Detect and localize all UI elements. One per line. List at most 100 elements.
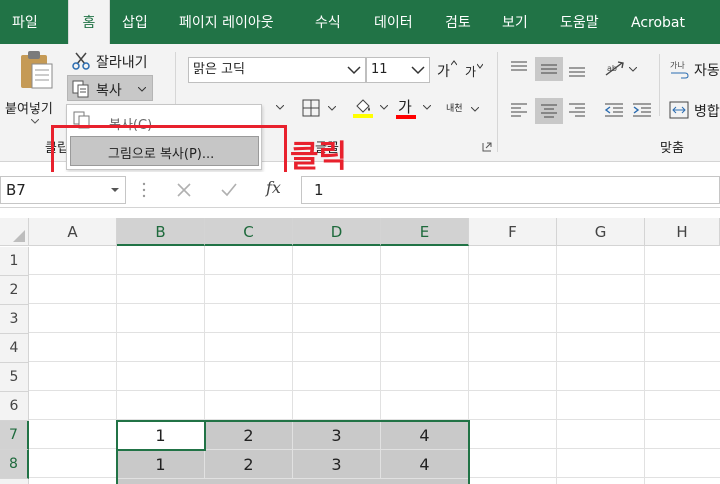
- font-size-combo[interactable]: 11: [366, 57, 430, 83]
- chevron-down-icon: [411, 66, 425, 75]
- ribbon-tab-bar: 파일 홈 삽입 페이지 레이아웃 수식 데이터 검토 보기 도움말 Acroba…: [0, 0, 720, 44]
- orientation-button[interactable]: ab: [604, 58, 638, 80]
- tab-view[interactable]: 보기: [502, 0, 528, 44]
- chevron-down-icon[interactable]: [138, 87, 146, 92]
- row-header-5[interactable]: 5: [0, 363, 29, 392]
- tab-formulas[interactable]: 수식: [315, 0, 341, 44]
- tab-acrobat[interactable]: Acrobat: [631, 0, 685, 44]
- selection-continuation: [117, 479, 469, 484]
- alignment-group-label: 맞춤: [660, 141, 684, 156]
- font-name-combo[interactable]: 맑은 고딕: [188, 57, 366, 83]
- fill-color-button[interactable]: [350, 96, 392, 122]
- row-header-6[interactable]: 6: [0, 392, 29, 421]
- cell-d8[interactable]: 3: [293, 450, 381, 479]
- copy-label: 복사: [96, 83, 122, 99]
- cut-button[interactable]: 잘라내기: [70, 50, 166, 72]
- font-name-value: 맑은 고딕: [193, 62, 245, 77]
- cut-label: 잘라내기: [96, 55, 148, 71]
- tab-review[interactable]: 검토: [445, 0, 471, 44]
- cell-d7[interactable]: 3: [293, 421, 381, 450]
- align-middle-button[interactable]: [535, 57, 563, 81]
- tab-home[interactable]: 홈: [68, 0, 110, 44]
- tab-insert[interactable]: 삽입: [122, 0, 148, 44]
- column-header-e[interactable]: E: [381, 218, 469, 246]
- cell-b7[interactable]: 1: [117, 421, 205, 450]
- align-bottom-icon[interactable]: [568, 62, 586, 78]
- chevron-down-icon: [380, 105, 388, 110]
- cell-e7[interactable]: 4: [381, 421, 469, 450]
- caret-up-icon: [451, 60, 457, 66]
- align-middle-icon: [541, 64, 557, 74]
- chevron-down-icon[interactable]: [276, 105, 284, 110]
- merge-cells-icon: [669, 101, 689, 119]
- row-header-4[interactable]: 4: [0, 334, 29, 363]
- font-color-button[interactable]: 가: [394, 96, 434, 122]
- excel-window: 파일 홈 삽입 페이지 레이아웃 수식 데이터 검토 보기 도움말 Acroba…: [0, 0, 720, 484]
- formula-value: 1: [314, 181, 324, 199]
- cell-b8[interactable]: 1: [117, 450, 205, 479]
- select-all-triangle-icon: [13, 230, 25, 242]
- text-orientation-icon: ab: [605, 61, 624, 76]
- chevron-down-icon: [471, 107, 479, 112]
- cell-c8[interactable]: 2: [205, 450, 293, 479]
- clipboard-icon: [21, 51, 53, 89]
- tab-file[interactable]: 파일: [12, 0, 38, 44]
- gridline: [644, 246, 645, 484]
- enter-icon[interactable]: [220, 182, 238, 198]
- borders-button[interactable]: [300, 98, 340, 120]
- wrap-text-button[interactable]: 가나 자동: [667, 58, 720, 80]
- font-color-swatch: [396, 115, 416, 119]
- cancel-icon[interactable]: [176, 182, 192, 198]
- align-left-icon[interactable]: [510, 102, 528, 118]
- paste-label: 붙여넣기: [5, 102, 53, 117]
- decrease-font-size-button[interactable]: 가: [464, 61, 486, 83]
- merge-center-button[interactable]: 병합: [667, 99, 720, 121]
- align-center-button[interactable]: [535, 98, 563, 124]
- dialog-launcher-icon[interactable]: [482, 142, 492, 152]
- column-header-h[interactable]: H: [645, 218, 720, 246]
- row-header-8[interactable]: 8: [0, 450, 29, 479]
- phonetic-guide-button[interactable]: 내천: [444, 98, 480, 122]
- increase-font-size-button[interactable]: 가: [436, 59, 458, 81]
- gridline: [556, 246, 557, 484]
- group-divider: [497, 52, 498, 152]
- grow-font-label: 가: [437, 64, 450, 80]
- align-right-icon[interactable]: [568, 102, 586, 118]
- cell-e8[interactable]: 4: [381, 450, 469, 479]
- tab-data[interactable]: 데이터: [374, 0, 413, 44]
- row-header-2[interactable]: 2: [0, 276, 29, 305]
- chevron-down-icon: [629, 67, 637, 72]
- group-divider: [659, 54, 660, 116]
- column-header-b[interactable]: B: [117, 218, 205, 246]
- decrease-indent-icon[interactable]: [604, 102, 624, 118]
- row-header-9[interactable]: [0, 479, 29, 484]
- click-annotation: 클릭: [290, 139, 348, 175]
- column-header-f[interactable]: F: [469, 218, 557, 246]
- column-header-a[interactable]: A: [29, 218, 117, 246]
- name-box[interactable]: B7: [0, 176, 126, 204]
- row-header-1[interactable]: 1: [0, 247, 29, 276]
- copy-split-button[interactable]: 복사: [67, 75, 153, 101]
- chevron-down-icon: [347, 66, 361, 75]
- align-top-icon[interactable]: [510, 60, 528, 76]
- formula-input[interactable]: 1: [301, 176, 720, 204]
- wrap-text-label: 자동: [694, 63, 720, 79]
- align-center-icon: [541, 104, 557, 118]
- column-header-d[interactable]: D: [293, 218, 381, 246]
- row-header-7[interactable]: 7: [0, 421, 29, 450]
- phonetic-label: 내천: [446, 104, 463, 114]
- chevron-down-icon: [328, 106, 336, 111]
- tab-page-layout[interactable]: 페이지 레이아웃: [179, 0, 274, 44]
- column-header-c[interactable]: C: [205, 218, 293, 246]
- wrap-text-icon: 가나: [670, 61, 689, 79]
- chevron-down-icon: [423, 105, 431, 110]
- svg-text:가나: 가나: [670, 61, 685, 70]
- tab-help[interactable]: 도움말: [560, 0, 599, 44]
- row-header-3[interactable]: 3: [0, 305, 29, 334]
- insert-function-icon[interactable]: fx: [266, 178, 281, 197]
- select-all-corner[interactable]: [0, 218, 29, 246]
- cell-c7[interactable]: 2: [205, 421, 293, 450]
- increase-indent-icon[interactable]: [632, 102, 652, 118]
- column-header-g[interactable]: G: [557, 218, 645, 246]
- paste-button[interactable]: 붙여넣기: [4, 50, 66, 124]
